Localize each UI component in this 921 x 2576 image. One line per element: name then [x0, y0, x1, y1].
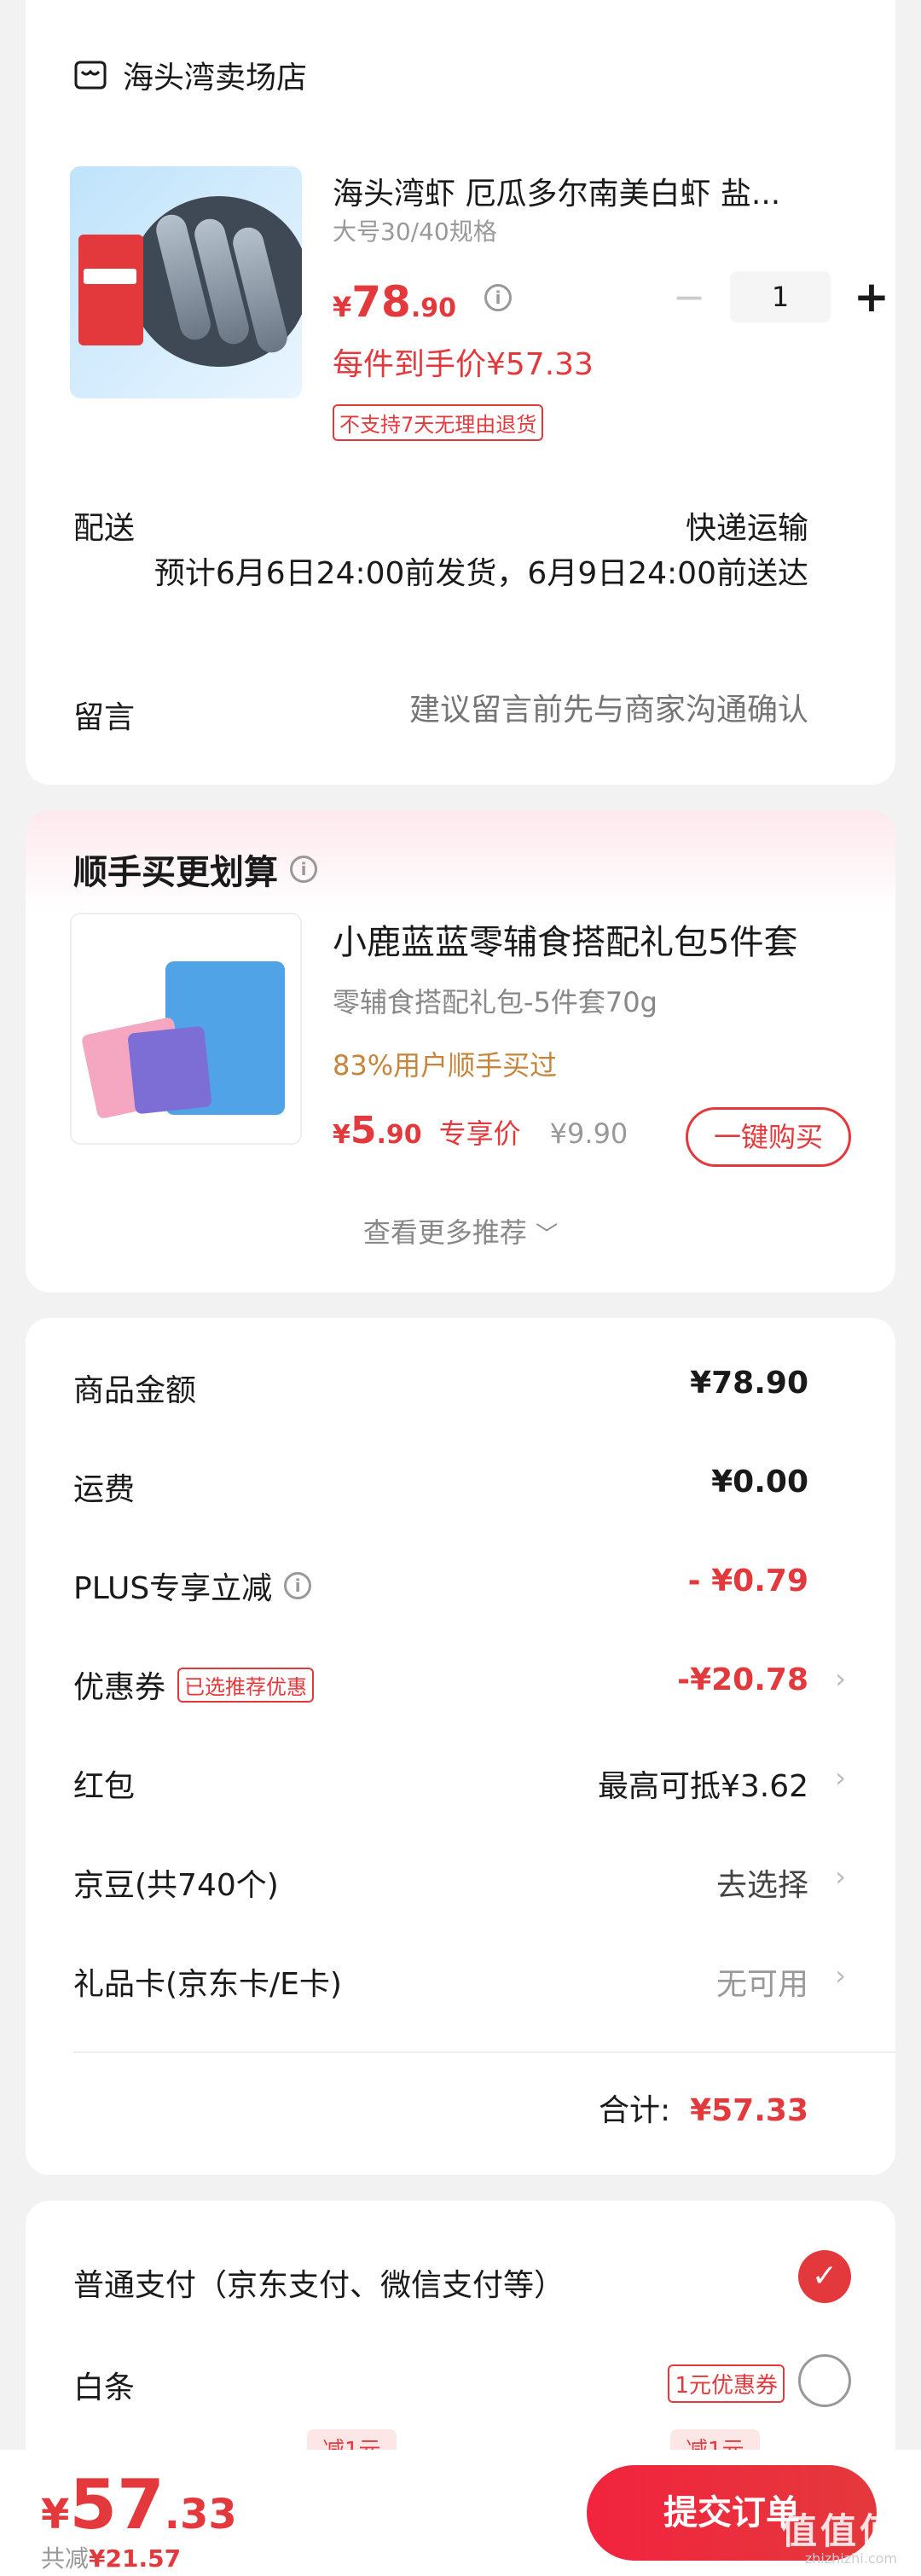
shipping-fee: ¥0.00	[711, 1465, 808, 1500]
upsell-header: 顺手买更划算 i	[73, 844, 317, 894]
quantity-plus-button[interactable]: +	[846, 272, 895, 322]
total-saved: 共减¥21.57	[41, 2544, 182, 2573]
more-recommendations-link[interactable]: 查看更多推荐 ﹀	[26, 1211, 895, 1250]
upsell-info-icon[interactable]: i	[290, 856, 317, 883]
store-header[interactable]: 海头湾卖场店	[73, 53, 307, 97]
upsell-product-spec: 零辅食搭配礼包-5件套70g	[333, 986, 657, 1018]
store-card: 海头湾卖场店 海头湾虾 厄瓜多尔南美白虾 盐... 大号30/40规格 ¥78.…	[26, 0, 895, 785]
product-price: ¥78.90	[333, 277, 457, 327]
final-unit-price: 每件到手价¥57.33	[333, 347, 594, 382]
order-total: 合计: ¥57.33	[599, 2093, 808, 2128]
exclusive-price-label: 专享价	[438, 1117, 521, 1150]
price-info-icon[interactable]: i	[484, 284, 512, 311]
order-summary-card: 商品金额 ¥78.90 运费 ¥0.00 PLUS专享立减 i - ¥0.79 …	[26, 1318, 895, 2175]
upsell-social-proof: 83%用户顺手买过	[333, 1049, 558, 1082]
note-input[interactable]	[297, 693, 808, 728]
one-click-buy-button[interactable]: 一键购买	[686, 1107, 851, 1167]
upsell-product-name[interactable]: 小鹿蓝蓝零辅食搭配礼包5件套	[333, 914, 797, 964]
product-image[interactable]	[70, 166, 302, 398]
chevron-right-icon[interactable]: ›	[835, 1662, 846, 1695]
shipping-label: 配送	[73, 511, 136, 546]
chevron-right-icon[interactable]: ›	[835, 1959, 846, 1992]
shipping-eta: 预计6月6日24:00前发货，6月9日24:00前送达	[154, 556, 808, 591]
checkmark-icon[interactable]: ✓	[798, 2250, 851, 2303]
baitiao-promo-badge: 1元优惠券	[668, 2364, 785, 2403]
giftcard-value[interactable]: 无可用	[716, 1959, 808, 2004]
chevron-right-icon[interactable]: ›	[835, 1761, 846, 1794]
bottom-bar: ¥57.33 共减¥21.57 提交订单 值值值 zhizhizhi.com	[0, 2450, 921, 2576]
store-name: 海头湾卖场店	[123, 61, 308, 96]
chevron-right-icon[interactable]: ›	[835, 1860, 846, 1893]
summary-row-plus: PLUS专享立减 i	[73, 1564, 312, 1608]
coupon-discount[interactable]: -¥20.78	[677, 1662, 808, 1697]
note-label: 留言	[73, 700, 136, 735]
coupon-badge: 已选推荐优惠	[177, 1667, 315, 1703]
original-price: ¥9.90	[549, 1117, 628, 1150]
upsell-title: 顺手买更划算	[73, 853, 278, 892]
baitiao-radio[interactable]	[798, 2354, 851, 2407]
shipping-method[interactable]: 快递运输	[686, 503, 808, 548]
goods-amount: ¥78.90	[690, 1366, 808, 1401]
payment-option-standard[interactable]: 普通支付（京东支付、微信支付等）	[73, 2260, 565, 2305]
summary-row-jingdou[interactable]: 京豆(共740个)	[73, 1860, 279, 1905]
jingdou-value[interactable]: 去选择	[716, 1860, 808, 1905]
quantity-stepper[interactable]: − 1 +	[663, 271, 895, 322]
plus-discount: - ¥0.79	[687, 1564, 808, 1598]
quantity-minus-button[interactable]: −	[663, 274, 715, 320]
product-title[interactable]: 海头湾虾 厄瓜多尔南美白虾 盐...	[333, 169, 853, 213]
redpacket-value[interactable]: 最高可抵¥3.62	[598, 1761, 808, 1806]
upsell-card: 顺手买更划算 i 小鹿蓝蓝零辅食搭配礼包5件套 零辅食搭配礼包-5件套70g 8…	[26, 810, 895, 1292]
summary-row-redpacket[interactable]: 红包	[73, 1761, 135, 1806]
upsell-price: ¥5.90 专享价 ¥9.90	[333, 1109, 628, 1152]
watermark-logo: 值值值	[780, 2510, 899, 2552]
store-icon	[74, 61, 107, 90]
payment-option-baitiao[interactable]: 白条	[73, 2363, 135, 2407]
summary-row-goods: 商品金额	[73, 1373, 197, 1408]
watermark-url: zhizhizhi.com	[804, 2550, 897, 2567]
summary-row-shipping: 运费	[73, 1472, 136, 1507]
chevron-down-icon: ﹀	[536, 1222, 559, 1248]
summary-row-coupon[interactable]: 优惠券 已选推荐优惠	[73, 1662, 315, 1707]
product-spec: 大号30/40规格	[333, 218, 497, 246]
summary-row-giftcard[interactable]: 礼品卡(京东卡/E卡)	[73, 1959, 342, 2004]
plus-info-icon[interactable]: i	[284, 1572, 312, 1599]
divider	[73, 2051, 895, 2053]
return-policy-badge: 不支持7天无理由退货	[333, 404, 544, 441]
quantity-value[interactable]: 1	[730, 271, 831, 322]
upsell-product-image[interactable]	[70, 913, 302, 1145]
